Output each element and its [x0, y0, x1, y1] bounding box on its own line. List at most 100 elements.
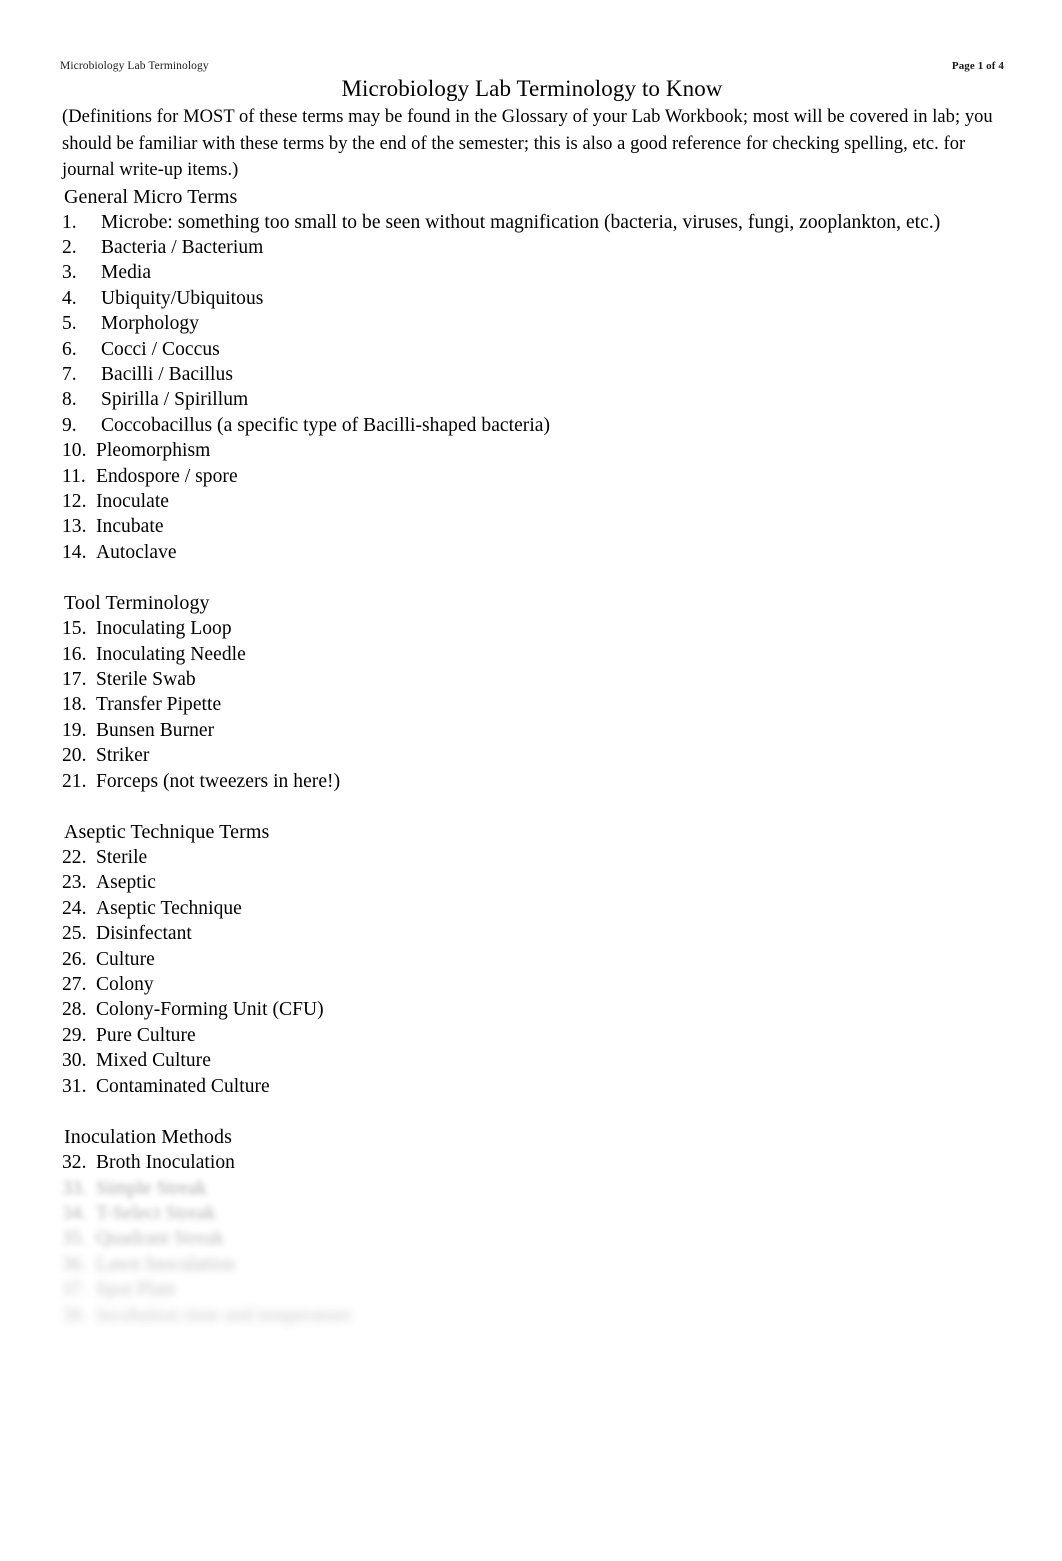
list-item-text: Incubate	[96, 516, 164, 538]
list-item-number: 31.	[62, 1075, 87, 1097]
list-item-text: Aseptic	[96, 872, 156, 894]
list-item-number: 26.	[62, 948, 87, 970]
list-item-text: Striker	[96, 745, 150, 767]
list-item-text: Simple Streak	[96, 1177, 207, 1199]
list-item-number: 28.	[62, 999, 87, 1021]
list-item-text: Inoculating Needle	[96, 643, 246, 665]
list-item-number: 24.	[62, 897, 87, 919]
list-item: 19. Bunsen Burner	[62, 718, 1002, 743]
list-item-text: Endospore / spore	[96, 465, 238, 487]
list-item: 12. Inoculate	[62, 489, 1002, 514]
list-item: 16. Inoculating Needle	[62, 642, 1002, 667]
list-item: 31. Contaminated Culture	[62, 1074, 1002, 1099]
list-item: 1. Microbe: something too small to be see…	[62, 210, 1002, 235]
list-item: 15. Inoculating Loop	[62, 616, 1002, 641]
list-item-number: 14.	[62, 541, 87, 563]
list-item-number: 2.	[62, 236, 77, 258]
list-item-text: Bacilli / Bacillus	[101, 363, 233, 385]
document-body: Microbiology Lab Terminology to Know (De…	[62, 76, 1002, 1328]
list-item-number: 18.	[62, 694, 87, 716]
list-item-number: 7.	[62, 363, 77, 385]
list-item: 21. Forceps (not tweezers in here!)	[62, 769, 1002, 794]
list-item-number: 16.	[62, 643, 87, 665]
list-item: 33. Simple Streak	[62, 1176, 1002, 1201]
list-item-number: 9.	[62, 414, 77, 436]
list-item: 20. Striker	[62, 743, 1002, 768]
term-list: 32. Broth Inoculation 33. Simple Streak 34. T…	[62, 1150, 1002, 1328]
list-item-number: 30.	[62, 1050, 87, 1072]
list-item: 35. Quadrant Streak	[62, 1226, 1002, 1251]
intro-paragraph: (Definitions for MOST of these terms may…	[62, 107, 993, 180]
list-item: 3. Media	[62, 260, 1002, 285]
list-item: 6. Cocci / Coccus	[62, 337, 1002, 362]
list-item-text: Inoculating Loop	[96, 618, 232, 640]
list-item-text: Cocci / Coccus	[101, 338, 220, 360]
list-item: 17. Sterile Swab	[62, 667, 1002, 692]
list-item-number: 6.	[62, 338, 77, 360]
list-item-number: 8.	[62, 389, 77, 411]
list-item: 27. Colony	[62, 972, 1002, 997]
list-item: 24. Aseptic Technique	[62, 896, 1002, 921]
section-heading-row: Aseptic Technique Terms	[62, 819, 1002, 845]
list-item-text: Aseptic Technique	[96, 897, 242, 919]
list-item-text: Bacteria / Bacterium	[101, 236, 264, 258]
list-item: 36. Lawn Inoculation	[62, 1252, 1002, 1277]
list-item-number: 37.	[62, 1279, 87, 1301]
list-item: 4. Ubiquity/Ubiquitous	[62, 286, 1002, 311]
section-heading: Inoculation Methods	[62, 1124, 238, 1150]
list-item: 18. Transfer Pipette	[62, 692, 1002, 717]
list-item: 26. Culture	[62, 947, 1002, 972]
list-item-number: 21.	[62, 770, 87, 792]
list-item-text: Pure Culture	[96, 1024, 196, 1046]
list-item-number: 38.	[62, 1304, 87, 1326]
list-item-number: 32.	[62, 1152, 87, 1174]
list-item: 8. Spirilla / Spirillum	[62, 387, 1002, 412]
list-item: 9. Coccobacillus (a specific type of Baci…	[62, 413, 1002, 438]
section: General Micro Terms 1. Microbe: something …	[62, 184, 1002, 566]
list-item-text: Inoculate	[96, 490, 169, 512]
list-item-number: 10.	[62, 440, 87, 462]
list-item-number: 23.	[62, 872, 87, 894]
list-item-text: Bunsen Burner	[96, 719, 215, 741]
list-item: 7. Bacilli / Bacillus	[62, 362, 1002, 387]
list-item-number: 36.	[62, 1253, 87, 1275]
list-item: 14. Autoclave	[62, 540, 1002, 565]
list-item-number: 20.	[62, 745, 87, 767]
list-item-number: 17.	[62, 669, 87, 690]
list-item-number: 29.	[62, 1024, 87, 1046]
list-item-text: Coccobacillus (a specific type of Bacill…	[101, 414, 551, 436]
section: Aseptic Technique Terms 22. Sterile 23. Asep…	[62, 819, 1002, 1099]
list-item-text: Autoclave	[96, 541, 177, 563]
page-title: Microbiology Lab Terminology to Know	[341, 76, 723, 101]
list-item-number: 11.	[62, 465, 86, 487]
section-heading-row: General Micro Terms	[62, 184, 1002, 210]
list-item-number: 19.	[62, 719, 87, 741]
sections-container: General Micro Terms 1. Microbe: something …	[62, 184, 1002, 1328]
list-item-number: 13.	[62, 516, 87, 538]
list-item: 38. Incubation time and temperature	[62, 1303, 1002, 1328]
term-list: 22. Sterile 23. Aseptic 24. Aseptic Technique…	[62, 845, 1002, 1099]
list-item: 5. Morphology	[62, 311, 1002, 336]
list-item-text: Quadrant Streak	[96, 1228, 224, 1250]
list-item-number: 15.	[62, 618, 87, 640]
list-item-number: 33.	[62, 1177, 87, 1199]
header-page-number: Page 1 of 4	[951, 60, 1004, 72]
list-item: 37. Spot Plate	[62, 1277, 1002, 1302]
section-heading-row: Inoculation Methods	[62, 1124, 1002, 1150]
section-heading: Aseptic Technique Terms	[62, 819, 275, 845]
term-list: 1. Microbe: something too small to be see…	[62, 210, 1002, 566]
list-item-number: 34.	[62, 1202, 87, 1224]
list-item-number: 12.	[62, 490, 87, 512]
list-item-text: Broth Inoculation	[96, 1152, 235, 1174]
list-item-text: Transfer Pipette	[96, 694, 222, 716]
list-item-text: Spirilla / Spirillum	[101, 389, 249, 411]
list-item-text: Microbe: something too small to be seen …	[101, 211, 941, 233]
list-item: 25. Disinfectant	[62, 921, 1002, 946]
list-item: 28. Colony-Forming Unit (CFU)	[62, 997, 1002, 1022]
list-item-number: 35.	[62, 1228, 87, 1250]
list-item-number: 1.	[62, 211, 77, 233]
list-item-text: Spot Plate	[96, 1279, 177, 1301]
list-item-text: Forceps (not tweezers in here!)	[96, 770, 341, 792]
